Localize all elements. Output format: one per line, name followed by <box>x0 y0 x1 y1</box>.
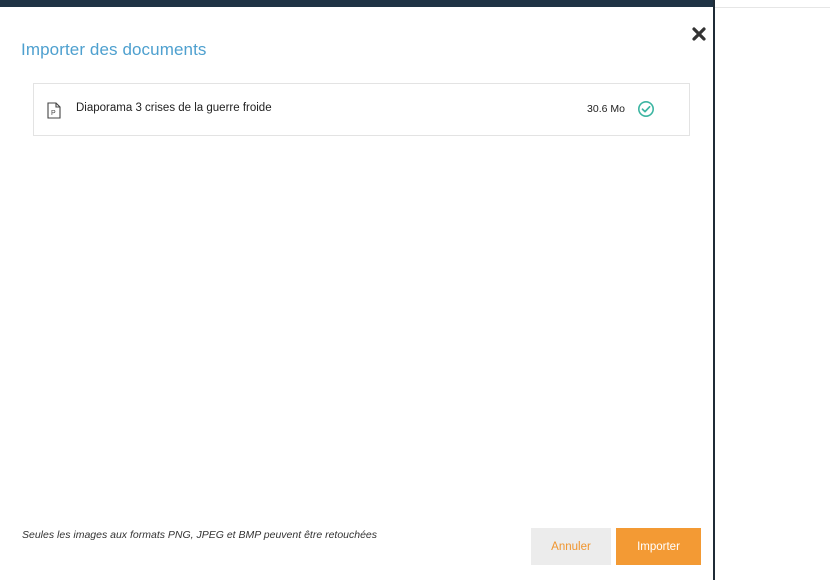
file-name: Diaporama 3 crises de la guerre froide <box>76 102 272 114</box>
import-button[interactable]: Importer <box>616 528 701 565</box>
presentation-file-icon: P <box>47 102 61 119</box>
svg-text:P: P <box>51 110 56 117</box>
file-size: 30.6 Mo <box>587 103 625 115</box>
top-bar-right <box>715 0 830 8</box>
dialog-title: Importer des documents <box>21 40 207 59</box>
dialog-right-border <box>713 0 715 580</box>
close-button[interactable] <box>688 23 710 45</box>
import-dialog: Importer des documents P Diaporama 3 cri… <box>0 7 713 580</box>
format-note: Seules les images aux formats PNG, JPEG … <box>22 529 378 541</box>
check-circle-icon <box>638 101 654 117</box>
page: Importer des documents P Diaporama 3 cri… <box>0 0 830 580</box>
top-bar <box>0 0 715 7</box>
cancel-button[interactable]: Annuler <box>531 528 611 565</box>
close-icon[interactable] <box>692 27 706 41</box>
file-list: P Diaporama 3 crises de la guerre froide… <box>33 83 690 136</box>
file-row[interactable]: P Diaporama 3 crises de la guerre froide… <box>34 84 689 135</box>
